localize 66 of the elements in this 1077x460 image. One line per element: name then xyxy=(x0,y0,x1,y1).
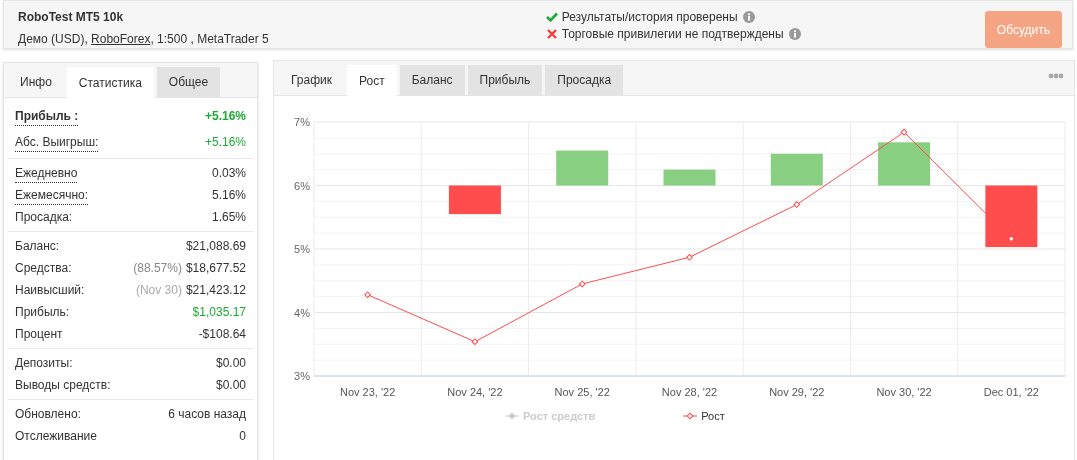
stat-value: 0.03% xyxy=(211,165,246,182)
point xyxy=(364,291,371,299)
subtitle-text: Демо (USD), xyxy=(18,31,89,48)
point xyxy=(900,128,908,136)
axis-label: Nov 29, '22 xyxy=(769,386,825,398)
stat-label: Прибыль: xyxy=(15,304,70,321)
axis-label: 4% xyxy=(294,306,310,319)
stat-value: 0 xyxy=(239,428,246,445)
tab[interactable]: Просадка xyxy=(545,65,624,95)
axis-label: 5% xyxy=(294,243,310,255)
point xyxy=(686,253,693,261)
stat-label: Просадка: xyxy=(15,209,73,226)
axis-label: Nov 23, '22 xyxy=(340,386,396,398)
tab[interactable]: Статистика xyxy=(66,67,154,98)
stat-label: Процент xyxy=(15,326,63,343)
stat-label: Обновлено: xyxy=(15,406,81,423)
check-text: Торговые привилегии не подтверждены xyxy=(561,25,784,43)
subtitle-text: , 1:500 , MetaTrader 5 xyxy=(150,31,269,48)
point xyxy=(578,280,586,288)
axis-label: Nov 28, '22 xyxy=(661,386,718,398)
tab[interactable]: Общее xyxy=(156,67,221,97)
stat-note: (Nov 30) xyxy=(135,282,182,299)
axis-label: Dec 01, '22 xyxy=(983,386,1039,398)
stat-value: +5.16% xyxy=(204,108,246,125)
tab[interactable]: Прибыль xyxy=(467,65,543,95)
axis-label: 3% xyxy=(294,370,310,382)
point xyxy=(471,338,479,346)
info-icon xyxy=(742,10,755,23)
tab[interactable]: Баланс xyxy=(399,65,465,95)
account-title: RoboTest MT5 10k xyxy=(18,9,125,26)
stat-value: $21,423.12 xyxy=(185,282,246,299)
stat-label: Прибыль : xyxy=(15,106,79,126)
stat-value: 6 часов назад xyxy=(168,406,246,423)
stat-label: Выводы средств: xyxy=(15,377,111,394)
axis-label: Nov 24, '22 xyxy=(447,386,503,398)
stat-label: Абс. Выигрыш: xyxy=(15,132,99,152)
stat-value: -$108.64 xyxy=(198,326,246,343)
stat-value: 5.16% xyxy=(211,187,246,204)
stat-label: Ежемесячно: xyxy=(15,185,88,205)
stat-label: Баланс: xyxy=(15,238,60,255)
stat-value: $0.00 xyxy=(215,377,246,394)
stat-label: Отслеживание xyxy=(15,428,97,445)
point xyxy=(793,201,801,208)
stat-value: $0.00 xyxy=(215,355,246,372)
stat-label: Наивысший: xyxy=(15,282,85,299)
check-text: Результаты/история проверены xyxy=(561,8,738,26)
info-icon xyxy=(788,27,801,40)
stat-note: (88.57%) xyxy=(133,260,182,277)
axis-label: Nov 30, '22 xyxy=(876,386,932,398)
stat-value: +5.16% xyxy=(204,134,246,151)
more-icon[interactable] xyxy=(1048,73,1064,79)
stat-value: $21,088.69 xyxy=(185,238,246,255)
stat-label: Депозиты: xyxy=(15,355,73,372)
axis-label: 7% xyxy=(294,116,310,128)
tab[interactable]: График xyxy=(279,65,344,95)
stat-value: $1,035.17 xyxy=(192,304,246,321)
axis-label: 6% xyxy=(294,179,310,192)
tab[interactable]: Рост xyxy=(347,65,397,96)
stat-value: $18,677.52 xyxy=(185,260,246,277)
stat-value: 1.65% xyxy=(211,209,246,226)
stat-label: Ежедневно xyxy=(15,163,78,183)
tab[interactable]: Инфо xyxy=(8,67,64,97)
legend-line-icon[interactable] xyxy=(683,412,698,421)
stat-label: Средства: xyxy=(15,260,72,277)
axis-label: Nov 25, '22 xyxy=(554,386,610,398)
legend-label[interactable]: Рост xyxy=(701,408,725,425)
